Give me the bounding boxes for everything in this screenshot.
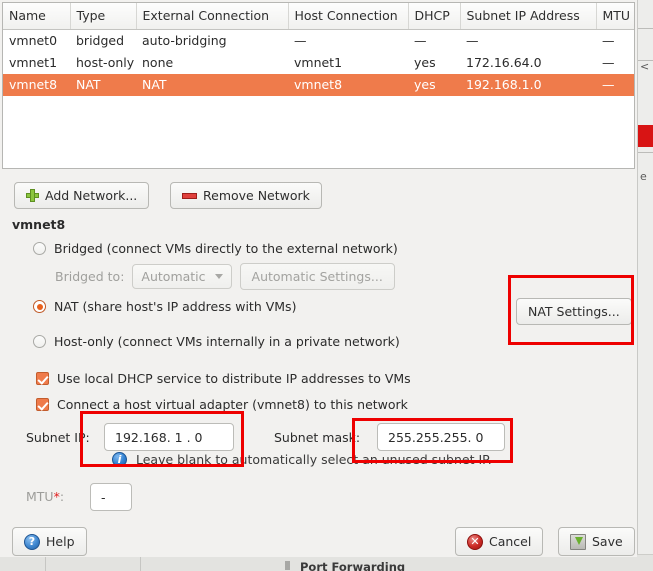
radio-option-host-only[interactable]: Host-only (connect VMs internally in a p… [33,334,400,349]
networks-table: Name Type External Connection Host Conne… [3,3,634,96]
column-header-dhcp[interactable]: DHCP [408,3,461,30]
cell-mtu: — [596,73,634,96]
radio-button-nat[interactable] [33,300,46,313]
plus-icon [26,189,39,202]
background-red-block [638,125,653,147]
subnet-ip-hint-text: Leave blank to automatically select an u… [136,452,492,467]
column-header-mtu[interactable]: MTU [596,3,634,30]
mtu-label-colon: : [59,489,65,504]
nat-settings-button[interactable]: NAT Settings... [516,298,632,325]
section-title: vmnet8 [12,217,66,232]
table-row[interactable]: vmnet1 host-only none vmnet1 yes 172.16.… [3,52,634,74]
question-mark-icon: ? [24,533,40,550]
mtu-label-text: MTU [26,489,54,504]
add-network-label: Add Network... [45,188,138,203]
subnet-ip-input[interactable]: 192.168. 1 . 0 [104,423,234,451]
subnet-mask-input[interactable]: 255.255.255. 0 [377,423,505,451]
cell-name: vmnet8 [3,73,70,96]
background-marker [285,561,290,570]
table-header-row: Name Type External Connection Host Conne… [3,3,634,30]
column-header-host-connection[interactable]: Host Connection [288,3,409,30]
cell-dhcp: yes [414,54,436,70]
remove-network-label: Remove Network [203,188,310,203]
checkbox-host-virtual-adapter[interactable] [36,398,49,411]
checkbox-row-host-virtual-adapter[interactable]: Connect a host virtual adapter (vmnet8) … [36,397,408,412]
networks-table-container[interactable]: Name Type External Connection Host Conne… [2,2,635,169]
cancel-button[interactable]: ✕ Cancel [455,527,544,556]
background-glyph: < [640,60,650,73]
help-button[interactable]: ? Help [12,527,87,556]
cell-type: host-only [76,54,135,70]
column-header-type[interactable]: Type [70,3,137,30]
cell-dhcp: yes [408,73,460,96]
close-icon: ✕ [467,533,483,550]
column-header-external-connection[interactable]: External Connection [136,3,289,30]
background-divider [140,555,141,571]
save-button[interactable]: Save [558,527,635,556]
table-row[interactable]: vmnet0 bridged auto-bridging — — — — [3,30,634,52]
chevron-down-icon [214,274,223,279]
bridged-to-dropdown[interactable]: Automatic [132,264,232,289]
automatic-settings-label: Automatic Settings... [251,269,383,284]
cell-host-connection: — [294,32,307,48]
checkbox-label-local-dhcp: Use local DHCP service to distribute IP … [57,371,411,386]
radio-label-bridged: Bridged (connect VMs directly to the ext… [54,241,398,256]
cell-subnet-ip-address: 192.168.1.0 [460,73,596,96]
radio-option-bridged[interactable]: Bridged (connect VMs directly to the ext… [33,241,398,256]
background-divider [45,555,46,571]
bridged-to-value: Automatic [141,269,206,284]
mtu-label: MTU*: [26,489,64,504]
background-divider [638,28,653,29]
column-header-name[interactable]: Name [3,3,71,30]
cancel-label: Cancel [489,534,532,549]
background-glyph: e [640,170,647,183]
table-row-selected[interactable]: vmnet8 NAT NAT vmnet8 yes 192.168.1.0 — [3,73,634,96]
bridged-to-label: Bridged to: [55,269,125,284]
automatic-settings-button[interactable]: Automatic Settings... [239,263,395,290]
info-icon: i [112,452,127,467]
help-label: Help [46,534,75,549]
cell-mtu: — [602,54,615,70]
cell-host-connection: vmnet1 [294,54,343,70]
background-port-forwarding-label: Port Forwarding [300,560,406,571]
mtu-input[interactable]: - [90,483,132,511]
cell-mtu: — [602,32,615,48]
subnet-ip-hint-row: i Leave blank to automatically select an… [112,452,492,467]
bridged-to-row: Bridged to: Automatic Automatic Settings… [55,263,395,290]
radio-button-host-only[interactable] [33,335,46,348]
cell-name: vmnet1 [9,54,58,70]
checkbox-local-dhcp[interactable] [36,372,49,385]
add-network-button[interactable]: Add Network... [14,182,150,209]
cell-external-connection: none [142,54,174,70]
subnet-mask-label: Subnet mask: [274,430,361,445]
cell-type: NAT [70,73,136,96]
cell-name: vmnet0 [9,32,58,48]
cell-type: bridged [76,32,125,48]
remove-network-button[interactable]: Remove Network [170,182,322,209]
cell-subnet-ip-address: — [466,32,479,48]
checkbox-row-local-dhcp[interactable]: Use local DHCP service to distribute IP … [36,371,411,386]
subnet-ip-label: Subnet IP: [26,430,90,445]
background-window-right-edge: < e [637,0,653,571]
checkbox-label-host-virtual-adapter: Connect a host virtual adapter (vmnet8) … [57,397,408,412]
cell-subnet-ip-address: 172.16.64.0 [466,54,542,70]
save-label: Save [592,534,623,549]
column-header-subnet-ip-address[interactable]: Subnet IP Address [460,3,597,30]
cell-dhcp: — [414,32,427,48]
radio-button-bridged[interactable] [33,242,46,255]
save-disk-icon [570,533,586,550]
radio-label-nat: NAT (share host's IP address with VMs) [54,299,297,314]
radio-label-host-only: Host-only (connect VMs internally in a p… [54,334,400,349]
minus-icon [182,192,197,199]
nat-settings-label: NAT Settings... [528,304,620,319]
cell-external-connection: NAT [136,73,288,96]
cell-external-connection: auto-bridging [142,32,227,48]
background-divider [638,152,653,153]
cell-host-connection: vmnet8 [288,73,408,96]
virtual-network-editor-dialog: Name Type External Connection Host Conne… [0,0,637,557]
radio-option-nat[interactable]: NAT (share host's IP address with VMs) [33,299,296,314]
